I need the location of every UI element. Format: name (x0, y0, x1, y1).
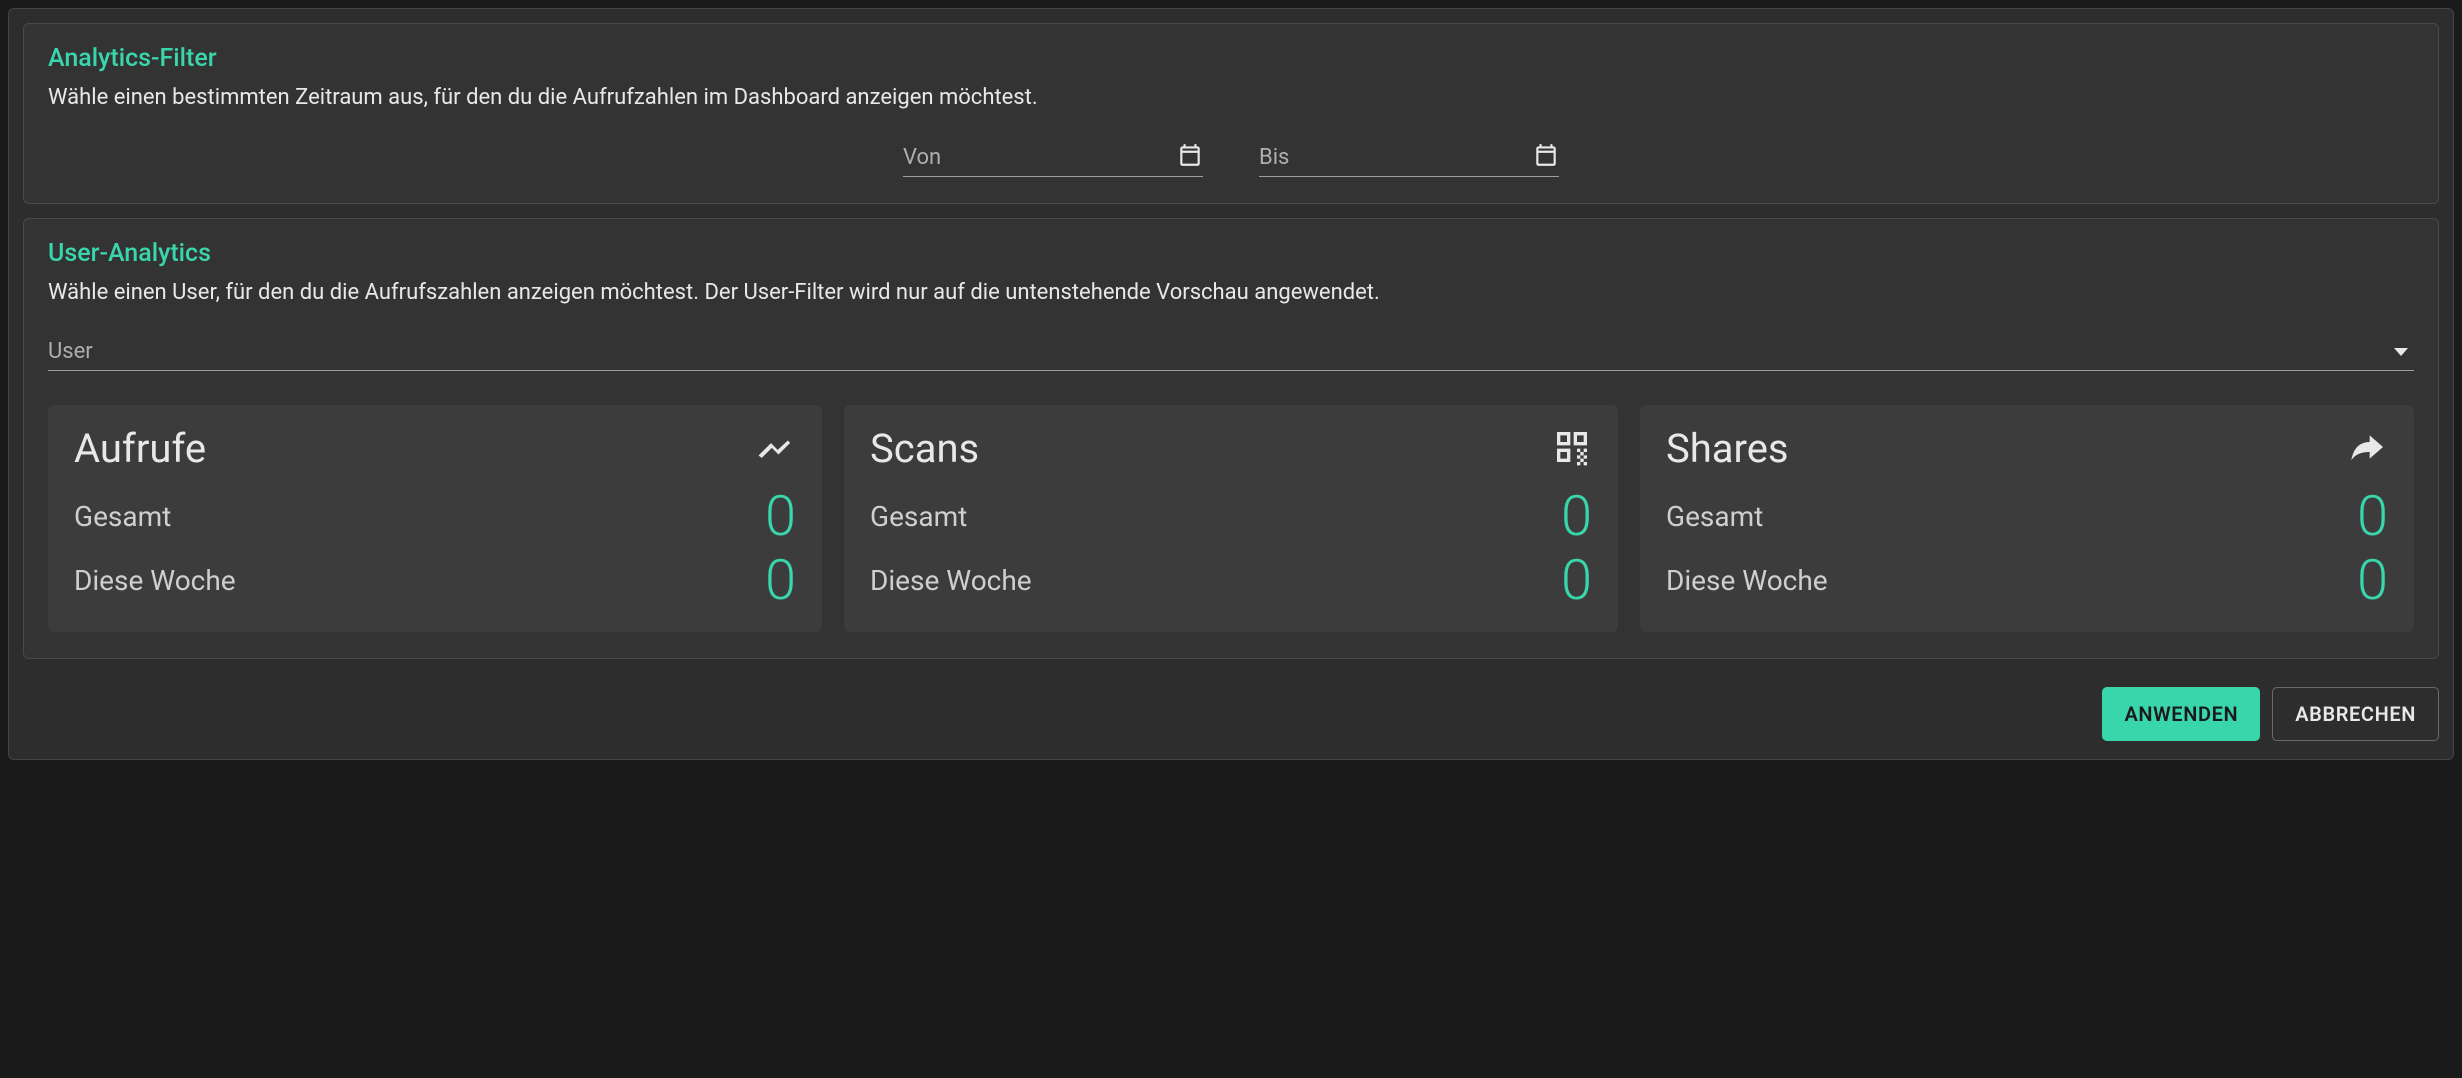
user-analytics-panel: User-Analytics Wähle einen User, für den… (23, 218, 2439, 659)
card-title: Aufrufe (74, 425, 206, 472)
stats-cards: Aufrufe Gesamt 0 Diese Woche 0 Scans (48, 405, 2414, 632)
analytics-filter-title: Analytics-Filter (48, 44, 2414, 73)
stat-total-label: Gesamt (870, 500, 967, 533)
cancel-button[interactable]: ABBRECHEN (2272, 687, 2439, 741)
stat-total-value: 0 (1561, 488, 1592, 544)
analytics-filter-description: Wähle einen bestimmten Zeitraum aus, für… (48, 85, 2414, 110)
stat-week-label: Diese Woche (74, 564, 236, 597)
apply-button[interactable]: ANWENDEN (2102, 687, 2260, 741)
stat-week-label: Diese Woche (1666, 564, 1828, 597)
calendar-icon (1177, 142, 1203, 172)
chevron-down-icon (2394, 348, 2408, 356)
stat-total-label: Gesamt (1666, 500, 1763, 533)
date-from-field[interactable]: Von (903, 138, 1203, 177)
card-aufrufe: Aufrufe Gesamt 0 Diese Woche 0 (48, 405, 822, 632)
stat-week-value: 0 (765, 552, 796, 608)
date-from-label: Von (903, 145, 941, 170)
user-analytics-title: User-Analytics (48, 239, 2414, 268)
date-to-field[interactable]: Bis (1259, 138, 1559, 177)
card-shares: Shares Gesamt 0 Diese Woche 0 (1640, 405, 2414, 632)
stat-total: Gesamt 0 (74, 484, 796, 548)
user-select-label: User (48, 339, 93, 364)
card-header: Scans (870, 425, 1592, 472)
date-to-label: Bis (1259, 145, 1289, 170)
user-analytics-description: Wähle einen User, für den du die Aufrufs… (48, 280, 2414, 305)
card-header: Aufrufe (74, 425, 796, 472)
analytics-filter-panel: Analytics-Filter Wähle einen bestimmten … (23, 23, 2439, 204)
trend-icon (756, 427, 796, 471)
stat-total-value: 0 (765, 488, 796, 544)
share-icon (2348, 427, 2388, 471)
calendar-icon (1533, 142, 1559, 172)
stat-week: Diese Woche 0 (870, 548, 1592, 612)
stat-total: Gesamt 0 (1666, 484, 2388, 548)
dialog-container: Analytics-Filter Wähle einen bestimmten … (8, 8, 2454, 760)
stat-week: Diese Woche 0 (74, 548, 796, 612)
stat-week-value: 0 (1561, 552, 1592, 608)
stat-total-value: 0 (2357, 488, 2388, 544)
stat-week-value: 0 (2357, 552, 2388, 608)
stat-total-label: Gesamt (74, 500, 171, 533)
date-range-row: Von Bis (48, 138, 2414, 177)
card-header: Shares (1666, 425, 2388, 472)
card-title: Shares (1666, 425, 1789, 472)
dialog-actions: ANWENDEN ABBRECHEN (23, 687, 2439, 741)
user-select[interactable]: User (48, 333, 2414, 371)
qr-icon (1552, 427, 1592, 471)
stat-week-label: Diese Woche (870, 564, 1032, 597)
stat-week: Diese Woche 0 (1666, 548, 2388, 612)
card-scans: Scans Gesamt 0 Diese Woche 0 (844, 405, 1618, 632)
stat-total: Gesamt 0 (870, 484, 1592, 548)
card-title: Scans (870, 425, 979, 472)
